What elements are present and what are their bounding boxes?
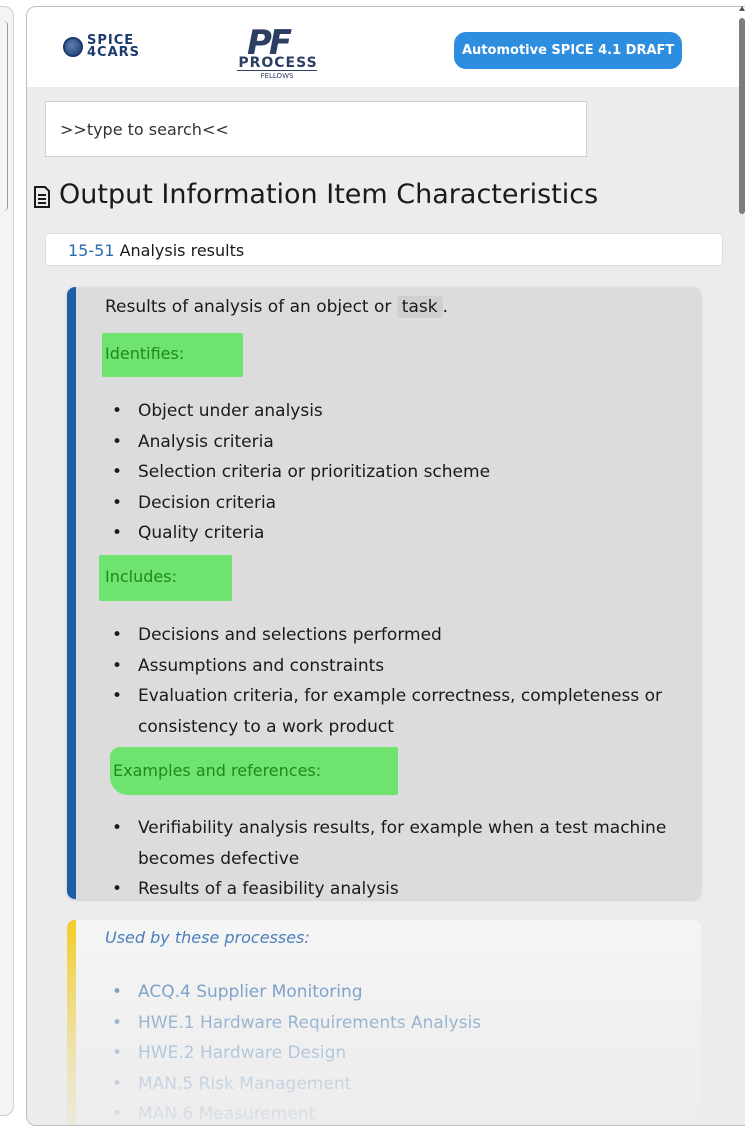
process-link[interactable]: MAN.5 Risk Management — [105, 1069, 481, 1100]
search-input[interactable] — [45, 101, 587, 157]
item-name: Analysis results — [119, 241, 245, 260]
processes-heading: Used by these processes: — [105, 928, 310, 947]
list-item: Quality criteria — [105, 518, 490, 549]
list-item: Analysis criteria — [105, 427, 490, 458]
list-item: Evaluation criteria, for example correct… — [105, 681, 695, 742]
process-link[interactable]: HWE.2 Hardware Design — [105, 1038, 481, 1069]
scroll-up-arrow-icon[interactable] — [739, 6, 745, 11]
previous-panel-edge — [0, 6, 14, 1116]
section-heading-identifies: Identifies: — [105, 344, 185, 363]
version-badge[interactable]: Automotive SPICE 4.1 DRAFT — [454, 32, 683, 69]
globe-icon — [63, 37, 83, 57]
content-panel: SPICE 4CARS PF PROCESS FELLOWS Automotiv… — [26, 6, 745, 1126]
identifies-list: Object under analysis Analysis criteria … — [105, 396, 490, 549]
description-text: Results of analysis of an object or task… — [105, 296, 448, 318]
list-item: Results of a feasibility analysis — [105, 874, 695, 905]
section-heading-includes: Includes: — [105, 567, 177, 586]
description-card: Results of analysis of an object or task… — [67, 287, 701, 904]
list-item: Decision criteria — [105, 488, 490, 519]
header-bar: SPICE 4CARS PF PROCESS FELLOWS Automotiv… — [27, 7, 745, 87]
list-item: Assumptions and constraints — [105, 651, 695, 682]
processes-list: ACQ.4 Supplier Monitoring HWE.1 Hardware… — [105, 977, 481, 1125]
item-id[interactable]: 15-51 — [68, 241, 115, 260]
list-item: Verifiability analysis results, for exam… — [105, 813, 695, 874]
scrollbar-thumb[interactable] — [739, 18, 745, 214]
task-code: task — [396, 296, 443, 318]
vertical-scrollbar[interactable] — [739, 0, 745, 1117]
list-item: Selection criteria or prioritization sch… — [105, 457, 490, 488]
processes-card: Used by these processes: ACQ.4 Supplier … — [67, 920, 701, 1125]
process-link[interactable]: HWE.1 Hardware Requirements Analysis — [105, 1008, 481, 1039]
list-item: Decisions and selections performed — [105, 620, 695, 651]
process-link[interactable]: MAN.6 Measurement — [105, 1099, 481, 1125]
logo-pf-name: PROCESS — [238, 55, 318, 71]
section-heading-examples: Examples and references: — [113, 761, 322, 780]
examples-list: Verifiability analysis results, for exam… — [105, 813, 695, 905]
process-fellows-logo[interactable]: PF PROCESS FELLOWS — [219, 23, 341, 83]
list-item: Object under analysis — [105, 396, 490, 427]
spice4cars-logo[interactable]: SPICE 4CARS — [63, 34, 141, 60]
page-title: Output Information Item Characteristics — [33, 179, 598, 210]
item-header[interactable]: 15-51 Analysis results — [45, 233, 723, 266]
process-link[interactable]: ACQ.4 Supplier Monitoring — [105, 977, 481, 1008]
document-icon — [33, 184, 51, 208]
page-title-text: Output Information Item Characteristics — [59, 179, 599, 210]
previous-panel-scroll-edge — [0, 21, 8, 211]
includes-list: Decisions and selections performed Assum… — [105, 620, 695, 742]
logo-pf-sub: FELLOWS — [237, 70, 317, 80]
logo-spice-line2: 4CARS — [87, 45, 141, 60]
